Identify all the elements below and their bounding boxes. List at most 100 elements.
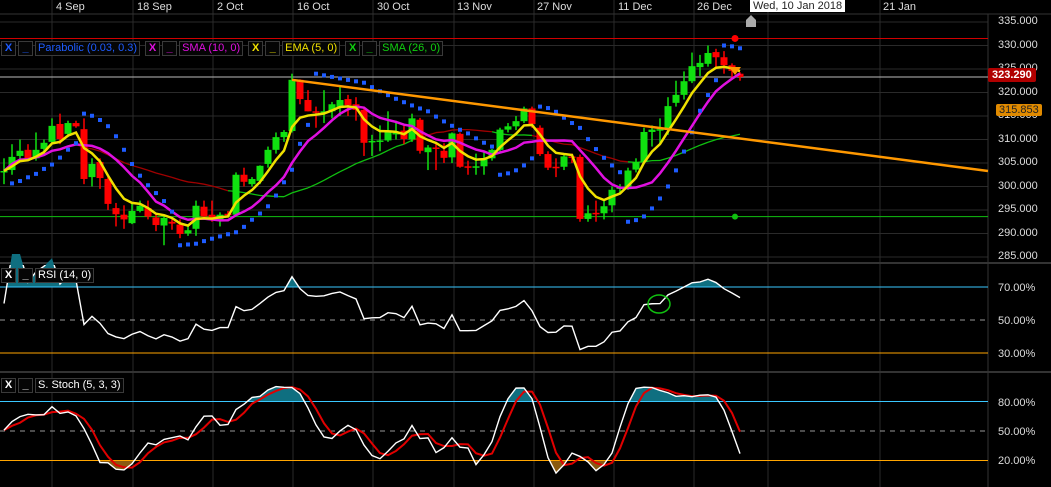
psar-dot bbox=[698, 108, 702, 113]
sma26-segment bbox=[163, 174, 173, 179]
sma26-segment bbox=[443, 129, 453, 133]
psar-dot bbox=[34, 171, 38, 176]
price-tick-label: 300.000 bbox=[998, 179, 1038, 192]
candle-body bbox=[504, 126, 512, 130]
psar-dot bbox=[450, 123, 454, 128]
candle bbox=[632, 158, 640, 173]
close-icon[interactable]: X bbox=[145, 41, 161, 56]
legend-label[interactable]: S. Stoch (5, 3, 3) bbox=[35, 378, 124, 393]
candle bbox=[0, 158, 8, 185]
candle-body bbox=[720, 57, 728, 66]
psar-dot bbox=[154, 191, 158, 196]
candle bbox=[696, 54, 704, 77]
candle bbox=[584, 205, 592, 222]
psar-dot bbox=[106, 124, 110, 129]
sma26-segment bbox=[315, 179, 325, 185]
minimize-icon[interactable]: _ bbox=[162, 41, 178, 56]
sma26-segment bbox=[395, 143, 405, 148]
minimize-icon[interactable]: _ bbox=[265, 41, 281, 56]
rsi-oversold-fill bbox=[4, 254, 740, 353]
legend-sma26: X _ SMA (26, 0) bbox=[345, 41, 444, 56]
candle bbox=[432, 141, 440, 171]
minimize-icon[interactable]: _ bbox=[18, 41, 33, 56]
candle bbox=[312, 106, 320, 128]
crosshair-date-label: Wed, 10 Jan 2018 bbox=[750, 0, 846, 12]
psar-dot bbox=[210, 236, 214, 241]
candle-body bbox=[16, 150, 24, 156]
close-icon[interactable]: X bbox=[1, 41, 16, 56]
psar-dot bbox=[474, 136, 478, 141]
price-tick-label: 290.000 bbox=[998, 226, 1038, 239]
psar-dot bbox=[26, 175, 30, 180]
candle-body bbox=[48, 125, 56, 142]
candle-body bbox=[272, 137, 280, 150]
candle-body bbox=[104, 178, 112, 204]
minimize-icon[interactable]: _ bbox=[18, 378, 33, 393]
psar-dot bbox=[354, 79, 358, 84]
candle-body bbox=[440, 150, 448, 158]
psar-dot bbox=[50, 162, 54, 167]
candle-body bbox=[192, 205, 200, 229]
legend-label[interactable]: Parabolic (0.03, 0.3) bbox=[35, 41, 141, 56]
minimize-icon[interactable]: _ bbox=[18, 268, 33, 283]
candle bbox=[240, 167, 248, 187]
sma26-segment bbox=[299, 187, 309, 192]
candle bbox=[576, 154, 584, 222]
legend-sma10: X _ SMA (10, 0) bbox=[145, 41, 244, 56]
sma26-segment bbox=[219, 187, 229, 192]
candle bbox=[264, 146, 272, 168]
candle bbox=[720, 51, 728, 74]
rsi-tick-label: 70.00% bbox=[998, 282, 1036, 294]
close-icon[interactable]: X bbox=[248, 41, 264, 56]
psar-dot bbox=[186, 242, 190, 247]
candle-body bbox=[64, 123, 72, 134]
candle-body bbox=[696, 62, 704, 68]
psar-dot bbox=[618, 170, 622, 175]
psar-dot bbox=[58, 155, 62, 160]
candle bbox=[128, 202, 136, 225]
candle-body bbox=[376, 140, 384, 142]
stoch-tick-label: 80.00% bbox=[998, 396, 1036, 409]
sma26-segment bbox=[435, 131, 445, 134]
psar-dot bbox=[482, 140, 486, 145]
psar-dot bbox=[610, 163, 614, 168]
candle-body bbox=[304, 100, 312, 112]
chart-canvas[interactable] bbox=[0, 0, 1051, 487]
psar-dot bbox=[66, 147, 70, 152]
candle bbox=[368, 134, 376, 156]
psar-dot bbox=[10, 181, 14, 186]
candle-body bbox=[168, 221, 176, 224]
sma26-segment bbox=[483, 130, 493, 133]
candle-body bbox=[264, 149, 272, 164]
psar-dot bbox=[506, 171, 510, 176]
psar-dot bbox=[314, 71, 318, 76]
legend-label[interactable]: EMA (5, 0) bbox=[282, 41, 341, 56]
legend-label[interactable]: SMA (26, 0) bbox=[379, 41, 444, 56]
legend-label[interactable]: SMA (10, 0) bbox=[179, 41, 244, 56]
candle-body bbox=[296, 79, 304, 100]
psar-dot bbox=[130, 162, 134, 167]
close-icon[interactable]: X bbox=[345, 41, 361, 56]
candle-body bbox=[544, 154, 552, 168]
close-icon[interactable]: X bbox=[1, 268, 16, 283]
candle-body bbox=[200, 206, 208, 217]
minimize-icon[interactable]: _ bbox=[362, 41, 378, 56]
psar-dot bbox=[426, 109, 430, 114]
support-marker bbox=[732, 213, 738, 220]
psar-dot bbox=[522, 163, 526, 168]
price-tick-label: 335.000 bbox=[998, 15, 1038, 27]
candle bbox=[8, 144, 16, 175]
legend-label[interactable]: RSI (14, 0) bbox=[35, 268, 95, 283]
price-tick-label: 285.000 bbox=[998, 250, 1038, 262]
close-icon[interactable]: X bbox=[1, 378, 16, 393]
candle-body bbox=[464, 166, 472, 168]
psar-dot bbox=[266, 204, 270, 209]
psar-dot bbox=[666, 184, 670, 189]
date-label: 18 Sep bbox=[137, 1, 172, 13]
psar-dot bbox=[706, 93, 710, 98]
psar-dot bbox=[274, 193, 278, 198]
candle bbox=[80, 118, 88, 185]
candle-body bbox=[312, 111, 320, 113]
candle bbox=[48, 118, 56, 145]
candle bbox=[544, 151, 552, 171]
